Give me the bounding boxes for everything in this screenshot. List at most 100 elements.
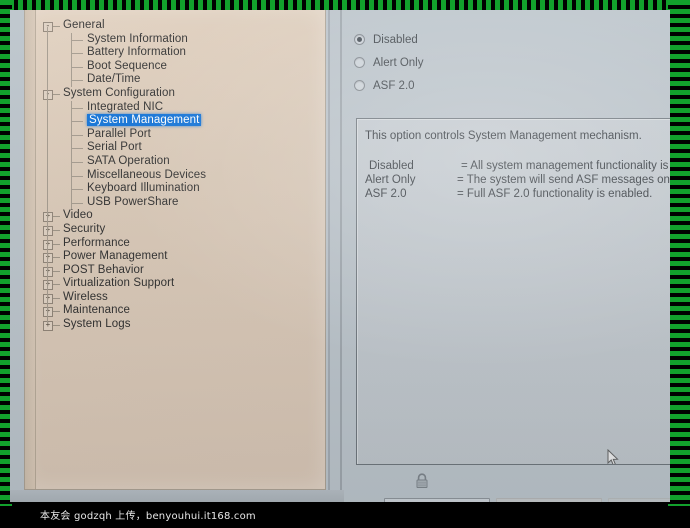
tree-connector-line [71,189,83,191]
collapse-icon[interactable]: - [43,89,53,100]
tree-item-video[interactable]: + Video [39,209,319,223]
tree-item-date-time[interactable]: Date/Time [39,73,319,87]
radio-option-disabled[interactable]: Disabled [354,28,654,51]
mouse-cursor-icon [607,449,619,464]
tree-item-parallel-port[interactable]: Parallel Port [39,127,319,142]
tree-connector-line [53,297,60,299]
tree-connector-line [53,229,60,231]
tree-item-label: Date/Time [87,73,141,86]
radio-option-label: Disabled [373,33,418,46]
tree-item-virtualization-support[interactable]: + Virtualization Support [39,277,319,291]
tree-item-post-behavior[interactable]: + POST Behavior [39,264,319,278]
tree-item-general[interactable]: - General [39,19,319,33]
tree-connector-line [71,134,83,136]
tree-item-label: Serial Port [87,141,142,154]
tree-item-system-logs[interactable]: + System Logs [39,318,319,332]
tree-connector-line [71,66,83,68]
tree-item-performance[interactable]: + Performance [39,237,319,251]
tree-item-usb-powershare[interactable]: USB PowerShare [39,195,319,210]
description-term: Alert Only [365,174,416,186]
navigation-tree-panel: - General System Information Battery Inform… [24,10,326,490]
expand-icon[interactable]: + [43,280,53,291]
expand-icon[interactable]: + [43,307,53,318]
tree-item-security[interactable]: + Security [39,223,319,237]
tree-item-label: System Logs [63,318,131,331]
tree-connector-line [53,93,60,95]
tree-connector-line [53,257,60,259]
tree-connector-line [71,53,83,55]
tree-item-boot-sequence[interactable]: Boot Sequence [39,59,319,74]
expand-icon[interactable]: + [43,293,53,304]
load-defaults-button[interactable]: Load Defaults [496,498,602,502]
radio-button-icon[interactable] [354,80,365,91]
tree-connector-line [71,202,83,204]
options-panel: Disabled Alert Only ASF 2.0 This option co… [344,10,670,502]
tree-item-label: Keyboard Illumination [87,182,200,195]
tree-item-sata-operation[interactable]: SATA Operation [39,154,319,169]
watermark-text: 本友会 godzqh 上传，benyouhui.it168.com [0,506,690,528]
tree-item-maintenance[interactable]: + Maintenance [39,304,319,318]
description-definition: = All system management functionality is… [461,160,670,172]
tree-connector-line [71,80,83,82]
tree-connector-line [53,243,60,245]
tree-item-label: POST Behavior [63,263,144,276]
expand-icon[interactable]: + [43,266,53,277]
tree-item-integrated-nic[interactable]: Integrated NIC [39,100,319,115]
radio-option-asf-2-0[interactable]: ASF 2.0 [354,74,654,97]
tree-connector-line [71,148,83,150]
photo-frame: - General System Information Battery Inform… [0,0,690,528]
window-bottom-chrome [10,490,344,502]
tree-connector-line [71,175,83,177]
tree-item-label: Miscellaneous Devices [87,168,207,181]
tree-item-miscellaneous-devices[interactable]: Miscellaneous Devices [39,168,319,183]
description-row: Disabled = All system management function… [365,159,670,173]
tree-item-label: System Information [87,32,188,45]
tree-item-system-information[interactable]: System Information [39,32,319,47]
description-definition: = Full ASF 2.0 functionality is enabled. [457,188,653,200]
description-definition-list: Disabled = All system management function… [365,159,670,201]
collapse-icon[interactable]: - [43,22,53,32]
description-term: ASF 2.0 [365,188,407,200]
tree-item-label: Video [63,209,93,222]
tree-item-system-configuration[interactable]: - System Configuration [39,87,319,101]
radio-option-label: Alert Only [373,56,424,69]
tree-item-keyboard-illumination[interactable]: Keyboard Illumination [39,182,319,196]
apply-button[interactable]: Apply [608,498,670,502]
tree-item-power-management[interactable]: + Power Management [39,250,319,264]
tree-item-label: Battery Information [87,46,187,59]
radio-button-icon[interactable] [354,57,365,68]
description-row: Alert Only = The system will send ASF mes… [365,173,670,187]
tree-item-label: Integrated NIC [87,100,164,113]
tree-item-label: System Management [87,114,202,127]
tree-item-label: Power Management [63,250,168,263]
nav-scrollbar[interactable] [25,10,36,489]
tree-item-label: Maintenance [63,304,130,317]
tree-item-label: Security [63,222,106,235]
tree-item-label: Parallel Port [87,127,151,140]
tree-connector-line [53,325,60,327]
tree-item-battery-information[interactable]: Battery Information [39,46,319,60]
expand-icon[interactable]: + [43,321,53,332]
footer-button-row: Unlock Load Defaults Apply [344,498,670,502]
tree-item-label: Wireless [63,290,108,303]
tree-connector-line [53,311,60,313]
radio-button-icon[interactable] [354,34,365,45]
tree-item-label: Boot Sequence [87,59,167,72]
expand-icon[interactable]: + [43,212,53,223]
unlock-button[interactable]: Unlock [384,498,490,502]
expand-icon[interactable]: + [43,239,53,250]
description-definition: = The system will send ASF messages on [457,174,670,186]
tree-item-wireless[interactable]: + Wireless [39,291,319,305]
system-management-radio-group: Disabled Alert Only ASF 2.0 [354,28,654,97]
radio-option-alert-only[interactable]: Alert Only [354,51,654,74]
expand-icon[interactable]: + [43,225,53,236]
description-heading: This option controls System Management m… [365,130,642,142]
panel-divider-left [328,10,330,502]
radio-option-label: ASF 2.0 [373,79,415,92]
tree-item-label: System Configuration [63,86,175,99]
expand-icon[interactable]: + [43,253,53,264]
tree-item-system-management[interactable]: System Management [39,114,319,128]
tree-item-label: SATA Operation [87,154,170,167]
tree-connector-line [53,284,60,286]
tree-item-serial-port[interactable]: Serial Port [39,141,319,155]
